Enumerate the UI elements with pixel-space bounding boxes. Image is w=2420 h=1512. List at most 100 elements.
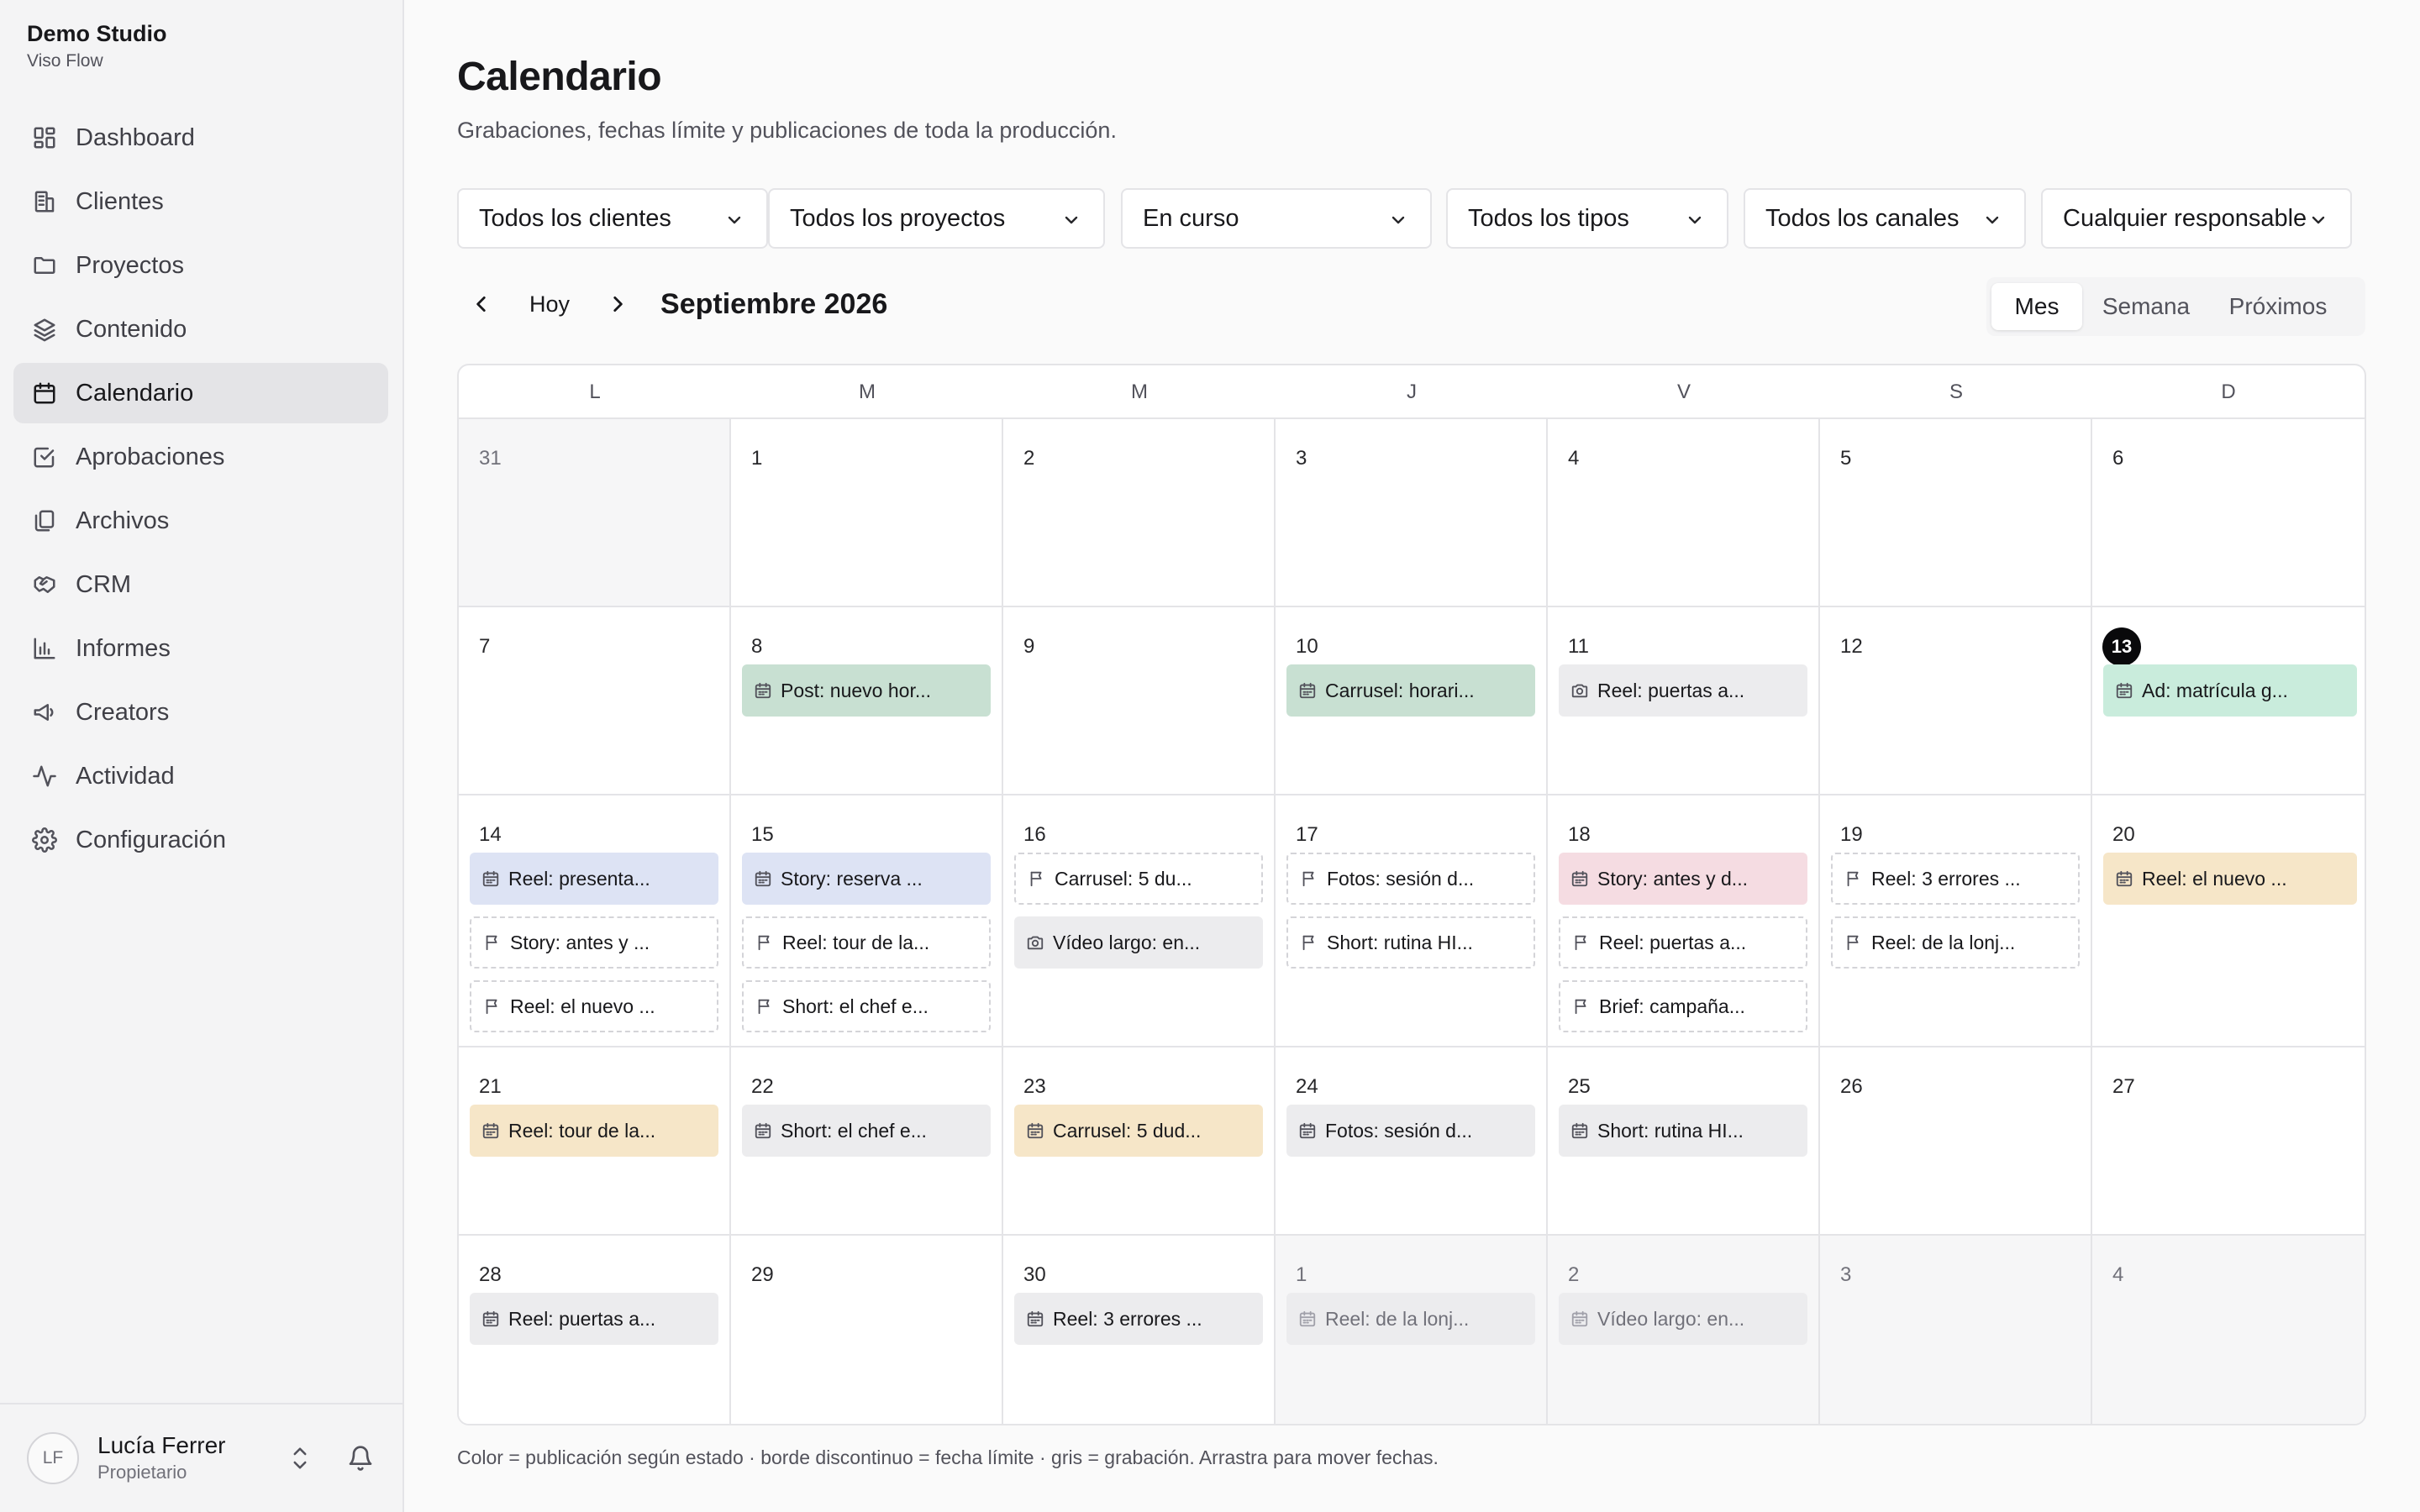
- calendar-event-deadline[interactable]: Reel: de la lonj...: [1831, 916, 2080, 969]
- calendar-event-deadline[interactable]: Reel: puertas a...: [1559, 916, 1807, 969]
- calendar-event-deadline[interactable]: Brief: campaña...: [1559, 980, 1807, 1032]
- calendar-day-cell[interactable]: 4: [1548, 419, 1820, 607]
- calendar-event-publish[interactable]: Story: antes y d...: [1559, 853, 1807, 905]
- calendar-day-cell[interactable]: 1 Reel: de la lonj...: [1276, 1236, 1548, 1424]
- event-calendar-icon: [1027, 1122, 1044, 1139]
- calendar-day-cell[interactable]: 28 Reel: puertas a...: [459, 1236, 731, 1424]
- sidebar-item-configuracion[interactable]: Configuración: [13, 810, 388, 870]
- calendar-event-publish[interactable]: Ad: matrícula g...: [2103, 664, 2357, 717]
- calendar-day-cell[interactable]: 12: [1820, 607, 2092, 795]
- channel-filter[interactable]: Todos los canales: [1744, 188, 2026, 249]
- calendar-event-shoot[interactable]: Reel: puertas a...: [1559, 664, 1807, 717]
- sidebar-item-proyectos[interactable]: Proyectos: [13, 235, 388, 296]
- calendar-day-cell[interactable]: 8 Post: nuevo hor...: [731, 607, 1003, 795]
- calendar-event-publish[interactable]: Reel: puertas a...: [470, 1293, 718, 1345]
- sidebar-item-dashboard[interactable]: Dashboard: [13, 108, 388, 168]
- calendar-day-cell[interactable]: 27: [2092, 1047, 2365, 1236]
- flag-icon: [486, 999, 497, 1015]
- calendar-event-shoot[interactable]: Vídeo largo: en...: [1014, 916, 1263, 969]
- calendar-event-publish[interactable]: Short: el chef e...: [742, 1105, 991, 1157]
- calendar-event-deadline[interactable]: Story: antes y ...: [470, 916, 718, 969]
- calendar-day-cell[interactable]: 11 Reel: puertas a...: [1548, 607, 1820, 795]
- sidebar-item-contenido[interactable]: Contenido: [13, 299, 388, 360]
- calendar-event-deadline[interactable]: Short: rutina HI...: [1286, 916, 1535, 969]
- brand[interactable]: Demo Studio Viso Flow: [27, 18, 167, 74]
- type-filter[interactable]: Todos los tipos: [1446, 188, 1728, 249]
- calendar-day-cell[interactable]: 10 Carrusel: horari...: [1276, 607, 1548, 795]
- calendar-event-deadline[interactable]: Carrusel: 5 du...: [1014, 853, 1263, 905]
- status-filter[interactable]: En curso: [1121, 188, 1432, 249]
- calendar-event-deadline[interactable]: Fotos: sesión d...: [1286, 853, 1535, 905]
- calendar-event-publish[interactable]: Post: nuevo hor...: [742, 664, 991, 717]
- calendar-event-publish[interactable]: Reel: el nuevo ...: [2103, 853, 2357, 905]
- calendar-day-cell[interactable]: 13 Ad: matrícula g...: [2092, 607, 2365, 795]
- calendar-day-cell[interactable]: 20 Reel: el nuevo ...: [2092, 795, 2365, 1047]
- previous-month-button[interactable]: [457, 280, 506, 328]
- today-button[interactable]: Hoy: [506, 280, 593, 328]
- calendar-event-publish[interactable]: Carrusel: 5 dud...: [1014, 1105, 1263, 1157]
- calendar-day-cell[interactable]: 29: [731, 1236, 1003, 1424]
- calendar-day-cell[interactable]: 15 Story: reserva ... Reel: tour de la... S…: [731, 795, 1003, 1047]
- calendar-event-publish[interactable]: Story: reserva ...: [742, 853, 991, 905]
- sidebar-item-calendario[interactable]: Calendario: [13, 363, 388, 423]
- sidebar-item-informes[interactable]: Informes: [13, 618, 388, 679]
- calendar-day-cell[interactable]: 16 Carrusel: 5 du... Vídeo largo: en...: [1003, 795, 1276, 1047]
- calendar-event-publish[interactable]: Vídeo largo: en...: [1559, 1293, 1807, 1345]
- calendar-day-cell[interactable]: 3: [1276, 419, 1548, 607]
- calendar-day-cell[interactable]: 3: [1820, 1236, 2092, 1424]
- sidebar-item-aprobaciones[interactable]: Aprobaciones: [13, 427, 388, 487]
- calendar-day-cell[interactable]: 5: [1820, 419, 2092, 607]
- sidebar-item-archivos[interactable]: Archivos: [13, 491, 388, 551]
- megaphone-icon: [34, 704, 54, 721]
- calendar-day-cell[interactable]: 30 Reel: 3 errores ...: [1003, 1236, 1276, 1424]
- channel-filter-value: Todos los canales: [1765, 204, 1960, 232]
- calendar-event-deadline[interactable]: Reel: tour de la...: [742, 916, 991, 969]
- view-mes-tab[interactable]: Mes: [1991, 283, 2082, 330]
- calendar-day-cell[interactable]: 26: [1820, 1047, 2092, 1236]
- calendar-day-cell[interactable]: 25 Short: rutina HI...: [1548, 1047, 1820, 1236]
- calendar-day-cell[interactable]: 21 Reel: tour de la...: [459, 1047, 731, 1236]
- sidebar-item-crm[interactable]: CRM: [13, 554, 388, 615]
- calendar-day-cell[interactable]: 31: [459, 419, 731, 607]
- calendar-event-publish[interactable]: Reel: de la lonj...: [1286, 1293, 1535, 1345]
- calendar-event-publish[interactable]: Short: rutina HI...: [1559, 1105, 1807, 1157]
- calendar-event-deadline[interactable]: Reel: el nuevo ...: [470, 980, 718, 1032]
- next-month-button[interactable]: [593, 280, 642, 328]
- sidebar-item-actividad[interactable]: Actividad: [13, 746, 388, 806]
- sidebar-item-clientes[interactable]: Clientes: [13, 171, 388, 232]
- calendar-event-publish[interactable]: Reel: tour de la...: [470, 1105, 718, 1157]
- chevrons-up-down-icon[interactable]: [287, 1443, 313, 1473]
- calendar-day-cell[interactable]: 14 Reel: presenta... Story: antes y ... Ree…: [459, 795, 731, 1047]
- calendar-event-publish[interactable]: Carrusel: horari...: [1286, 664, 1535, 717]
- calendar-event-publish[interactable]: Fotos: sesión d...: [1286, 1105, 1535, 1157]
- calendar-day-cell[interactable]: 22 Short: el chef e...: [731, 1047, 1003, 1236]
- bell-icon[interactable]: [347, 1445, 374, 1472]
- project-filter[interactable]: Todos los proyectos: [768, 188, 1105, 249]
- client-filter[interactable]: Todos los clientes: [457, 188, 768, 249]
- view-semana-tab[interactable]: Semana: [2082, 283, 2210, 330]
- calendar-event-deadline[interactable]: Short: el chef e...: [742, 980, 991, 1032]
- files-icon: [34, 510, 55, 532]
- view-proximos-tab[interactable]: Próximos: [2210, 283, 2346, 330]
- calendar-day-cell[interactable]: 19 Reel: 3 errores ... Reel: de la lonj...: [1820, 795, 2092, 1047]
- calendar-day-cell[interactable]: 1: [731, 419, 1003, 607]
- calendar-day-cell[interactable]: 18 Story: antes y d... Reel: puertas a... B…: [1548, 795, 1820, 1047]
- calendar-day-cell[interactable]: 17 Fotos: sesión d... Short: rutina HI...: [1276, 795, 1548, 1047]
- sidebar-item-creators[interactable]: Creators: [13, 682, 388, 743]
- calendar-event-publish[interactable]: Reel: presenta...: [470, 853, 718, 905]
- calendar-event-publish[interactable]: Reel: 3 errores ...: [1014, 1293, 1263, 1345]
- calendar-day-cell[interactable]: 23 Carrusel: 5 dud...: [1003, 1047, 1276, 1236]
- calendar-day-cell[interactable]: 2 Vídeo largo: en...: [1548, 1236, 1820, 1424]
- calendar-day-cell[interactable]: 24 Fotos: sesión d...: [1276, 1047, 1548, 1236]
- calendar-day-cell[interactable]: 9: [1003, 607, 1276, 795]
- calendar-day-cell[interactable]: 4: [2092, 1236, 2365, 1424]
- calendar-event-deadline[interactable]: Reel: 3 errores ...: [1831, 853, 2080, 905]
- sidebar: Demo Studio Viso Flow Dashboard Clientes P…: [0, 0, 404, 1512]
- calendar-day-cell[interactable]: 2: [1003, 419, 1276, 607]
- owner-filter[interactable]: Cualquier responsable: [2041, 188, 2352, 249]
- user-menu[interactable]: LF Lucía Ferrer Propietario: [0, 1403, 402, 1512]
- calendar-day-cell[interactable]: 6: [2092, 419, 2365, 607]
- calendar-day-cell[interactable]: 7: [459, 607, 731, 795]
- day-number: 11: [1568, 635, 1589, 658]
- activity-icon: [33, 765, 56, 787]
